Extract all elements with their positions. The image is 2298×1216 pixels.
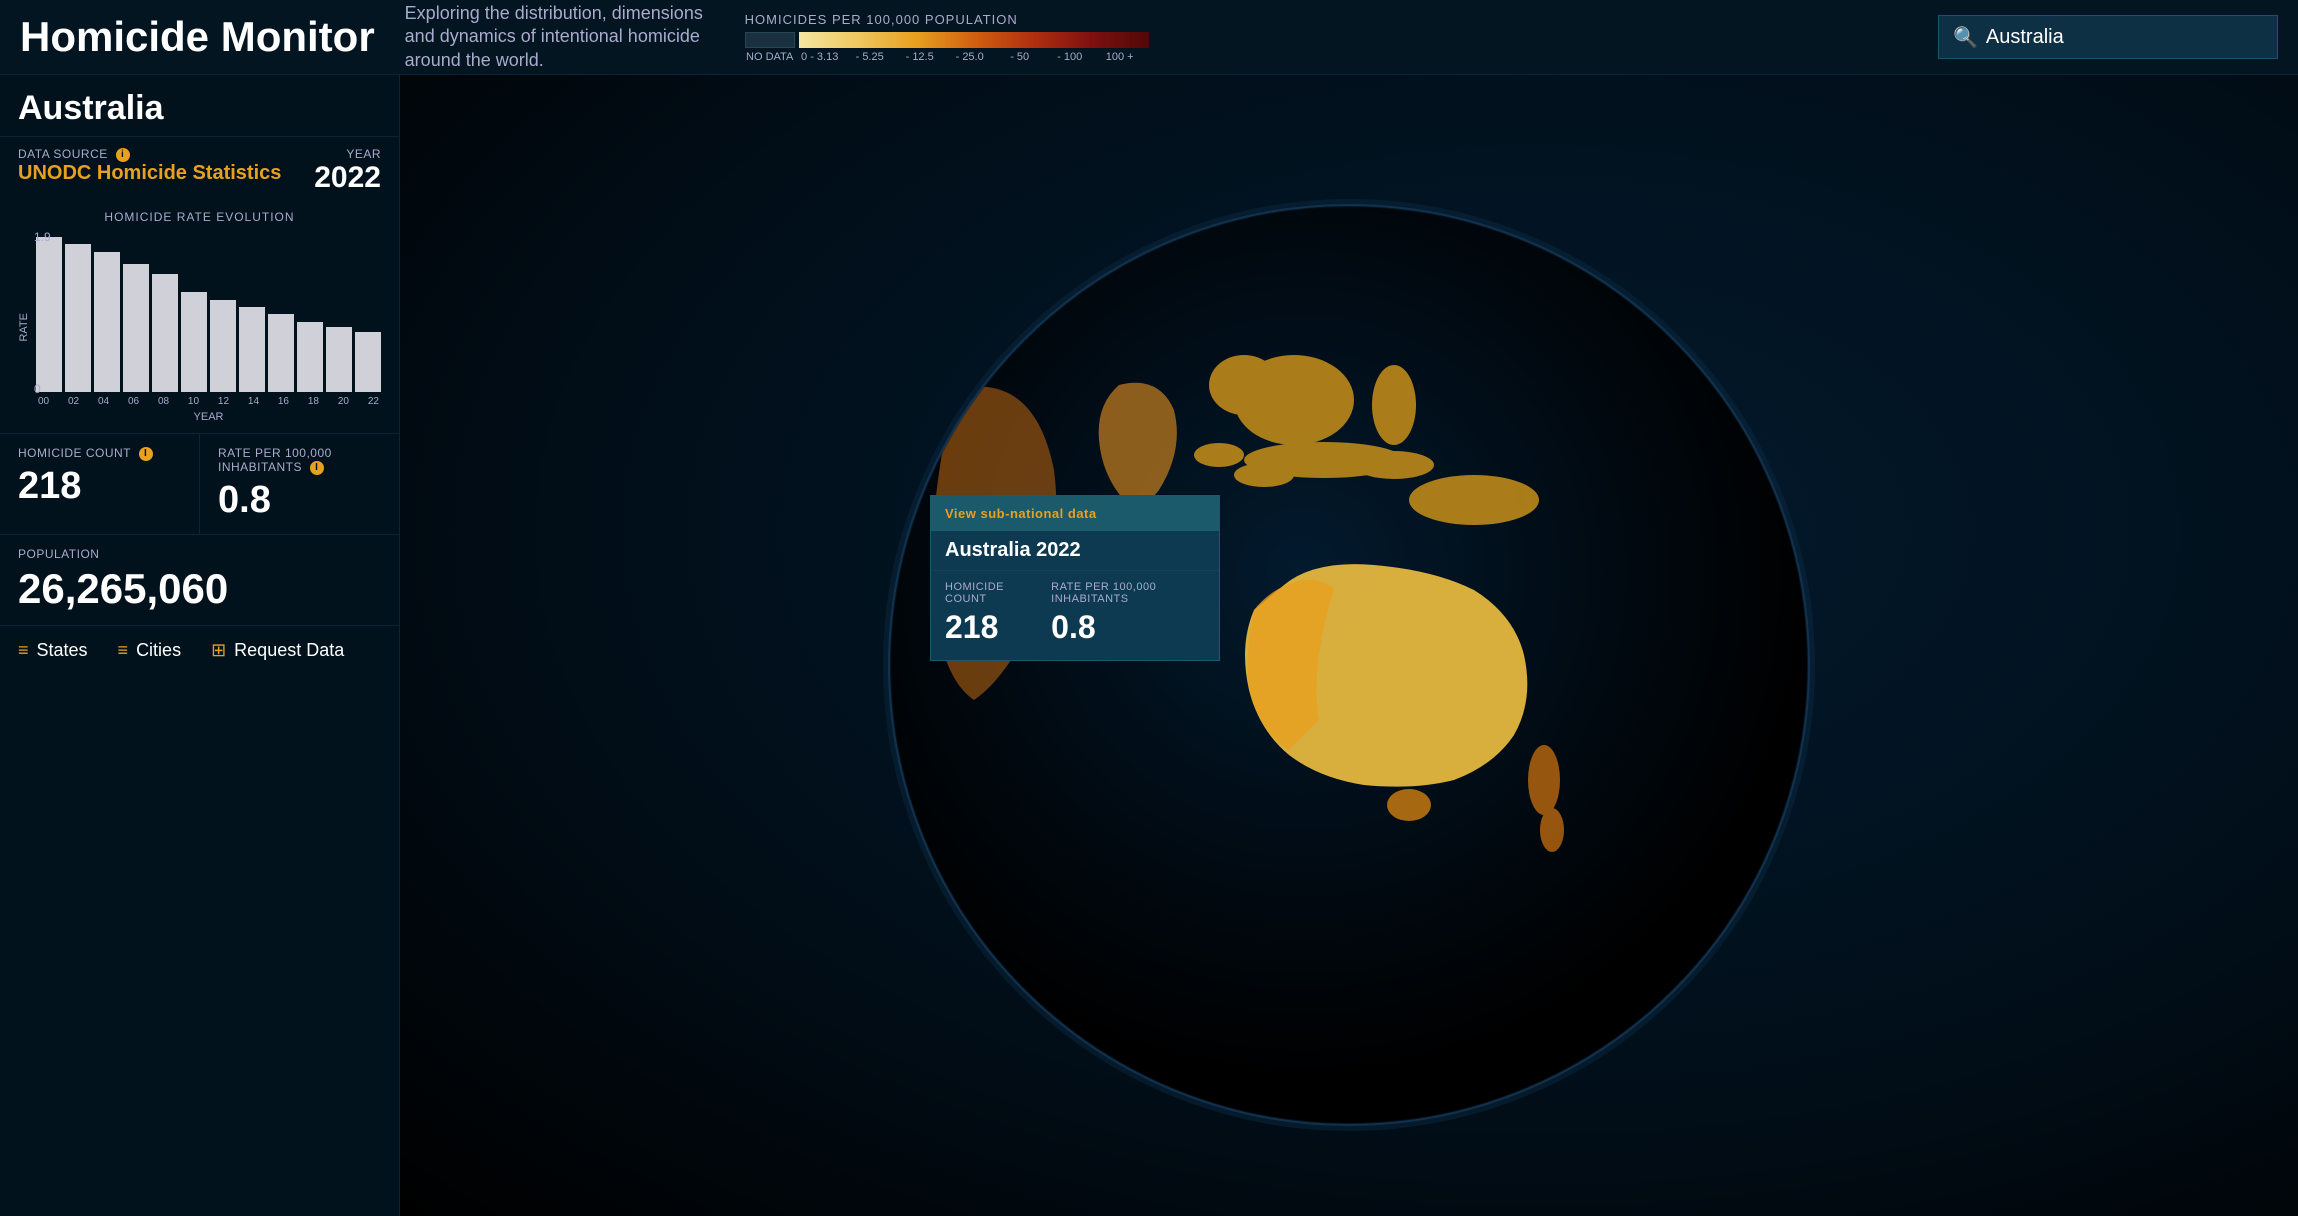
legend-container: HOMICIDES PER 100,000 POPULATION NO DATA… xyxy=(745,12,1898,63)
legend-label-0: NO DATA xyxy=(745,51,795,63)
search-container[interactable]: 🔍 xyxy=(1938,15,2278,59)
cities-link[interactable]: ≡ Cities xyxy=(118,640,182,661)
chart-wrapper: RATE 1.9 0 00 02 04 06 08 10 12 14 16 18 20 22 YEAR xyxy=(18,232,381,423)
legend-label-6: - 100 xyxy=(1045,51,1095,63)
bottom-links: ≡ States ≡ Cities ⊞ Request Data xyxy=(0,626,399,675)
legend-label-5: - 50 xyxy=(995,51,1045,63)
chart-x-label-06: 06 xyxy=(128,396,139,407)
tooltip-country-year: Australia 2022 xyxy=(931,531,1219,571)
chart-x-label-18: 18 xyxy=(308,396,319,407)
legend-label-7: 100 + xyxy=(1095,51,1145,63)
stats-row: HOMICIDE COUNT i 218 RATE PER 100,000 IN… xyxy=(0,434,399,535)
legend-label-2: - 5.25 xyxy=(845,51,895,63)
country-name: Australia xyxy=(0,75,399,137)
chart-bar-00 xyxy=(36,237,62,392)
data-source-row: DATA SOURCE i UNODC Homicide Statistics … xyxy=(0,137,399,200)
chart-x-label-14: 14 xyxy=(248,396,259,407)
year-section: YEAR 2022 xyxy=(314,147,381,195)
states-link[interactable]: ≡ States xyxy=(18,640,88,661)
request-data-icon: ⊞ xyxy=(211,640,226,661)
header: Homicide Monitor Exploring the distribut… xyxy=(0,0,2298,75)
chart-bar-22 xyxy=(355,332,381,392)
rate-info-icon[interactable]: i xyxy=(310,461,324,475)
homicide-count-box: HOMICIDE COUNT i 218 xyxy=(0,434,200,534)
legend-bar-row xyxy=(745,32,1149,48)
legend-label-4: - 25.0 xyxy=(945,51,995,63)
chart-x-axis: 00 02 04 06 08 10 12 14 16 18 20 22 xyxy=(36,396,381,407)
data-source-info-icon[interactable]: i xyxy=(116,148,130,162)
chart-x-label-12: 12 xyxy=(218,396,229,407)
chart-y-label: RATE xyxy=(18,313,30,342)
year-label: YEAR xyxy=(314,147,381,161)
chart-bars xyxy=(36,232,381,392)
request-data-link[interactable]: ⊞ Request Data xyxy=(211,640,344,661)
homicide-count-info-icon[interactable]: i xyxy=(139,447,153,461)
chart-bar-12 xyxy=(210,300,236,392)
rate-label: RATE PER 100,000 INHABITANTS i xyxy=(218,446,381,475)
app-title: Homicide Monitor xyxy=(20,13,375,61)
chart-x-label-04: 04 xyxy=(98,396,109,407)
legend-labels: NO DATA 0 - 3.13 - 5.25 - 12.5 - 25.0 - … xyxy=(745,51,1145,63)
homicide-count-label: HOMICIDE COUNT i xyxy=(18,446,181,461)
legend-label-1: 0 - 3.13 xyxy=(795,51,845,63)
chart-bar-06 xyxy=(123,264,149,392)
tooltip-count-label: HOMICIDE COUNT xyxy=(945,581,1031,605)
chart-bar-18 xyxy=(297,322,323,392)
cities-label: Cities xyxy=(136,640,181,661)
data-source-value: UNODC Homicide Statistics xyxy=(18,162,281,185)
chart-bar-04 xyxy=(94,252,120,392)
left-panel: Australia DATA SOURCE i UNODC Homicide S… xyxy=(0,75,400,1216)
legend-title: HOMICIDES PER 100,000 POPULATION xyxy=(745,12,1018,27)
chart-x-label-20: 20 xyxy=(338,396,349,407)
population-box: POPULATION 26,265,060 xyxy=(0,535,399,626)
states-icon: ≡ xyxy=(18,640,29,661)
tooltip-homicide-count: HOMICIDE COUNT 218 xyxy=(945,581,1031,646)
data-source-label: DATA SOURCE i xyxy=(18,147,281,162)
chart-top-value: 1.9 xyxy=(34,230,51,244)
legend-label-3: - 12.5 xyxy=(895,51,945,63)
states-label: States xyxy=(37,640,88,661)
tooltip-rate-value: 0.8 xyxy=(1051,609,1205,646)
globe-svg xyxy=(874,190,1824,1140)
chart-area: 1.9 0 00 02 04 06 08 10 12 14 16 18 20 22 YEAR xyxy=(36,232,381,423)
chart-title: HOMICIDE RATE EVOLUTION xyxy=(18,210,381,224)
chart-bar-02 xyxy=(65,244,91,392)
chart-x-label-22: 22 xyxy=(368,396,379,407)
chart-bar-08 xyxy=(152,274,178,392)
homicide-count-value: 218 xyxy=(18,465,181,508)
search-icon: 🔍 xyxy=(1953,25,1978,50)
chart-x-title: YEAR xyxy=(36,411,381,423)
chart-bar-10 xyxy=(181,292,207,392)
legend-gradient xyxy=(799,32,1149,48)
chart-bar-16 xyxy=(268,314,294,392)
chart-bottom-value: 0 xyxy=(34,382,41,396)
tooltip-rate: RATE PER 100,000 INHABITANTS 0.8 xyxy=(1051,581,1205,646)
legend-no-data xyxy=(745,32,795,48)
population-value: 26,265,060 xyxy=(18,565,381,613)
year-value: 2022 xyxy=(314,161,381,195)
request-data-label: Request Data xyxy=(234,640,344,661)
chart-x-label-02: 02 xyxy=(68,396,79,407)
chart-bars-container: 1.9 0 xyxy=(36,232,381,392)
chart-bar-14 xyxy=(239,307,265,392)
data-source-section: DATA SOURCE i UNODC Homicide Statistics xyxy=(18,147,281,185)
tooltip-header: View sub-national data xyxy=(931,496,1219,531)
rate-value: 0.8 xyxy=(218,479,381,522)
chart-x-label-00: 00 xyxy=(38,396,49,407)
search-input[interactable] xyxy=(1986,26,2263,49)
country-tooltip: View sub-national data Australia 2022 HO… xyxy=(930,495,1220,661)
chart-x-label-08: 08 xyxy=(158,396,169,407)
chart-bar-20 xyxy=(326,327,352,392)
chart-x-label-16: 16 xyxy=(278,396,289,407)
chart-x-label-10: 10 xyxy=(188,396,199,407)
globe-area[interactable]: View sub-national data Australia 2022 HO… xyxy=(400,75,2298,1216)
population-label: POPULATION xyxy=(18,547,381,561)
tooltip-rate-label: RATE PER 100,000 INHABITANTS xyxy=(1051,581,1205,605)
rate-box: RATE PER 100,000 INHABITANTS i 0.8 xyxy=(200,434,399,534)
tooltip-stats: HOMICIDE COUNT 218 RATE PER 100,000 INHA… xyxy=(931,571,1219,660)
app-subtitle: Exploring the distribution, dimensions a… xyxy=(405,2,705,72)
tooltip-count-value: 218 xyxy=(945,609,1031,646)
chart-section: HOMICIDE RATE EVOLUTION RATE 1.9 0 00020… xyxy=(0,200,399,434)
cities-icon: ≡ xyxy=(118,640,129,661)
